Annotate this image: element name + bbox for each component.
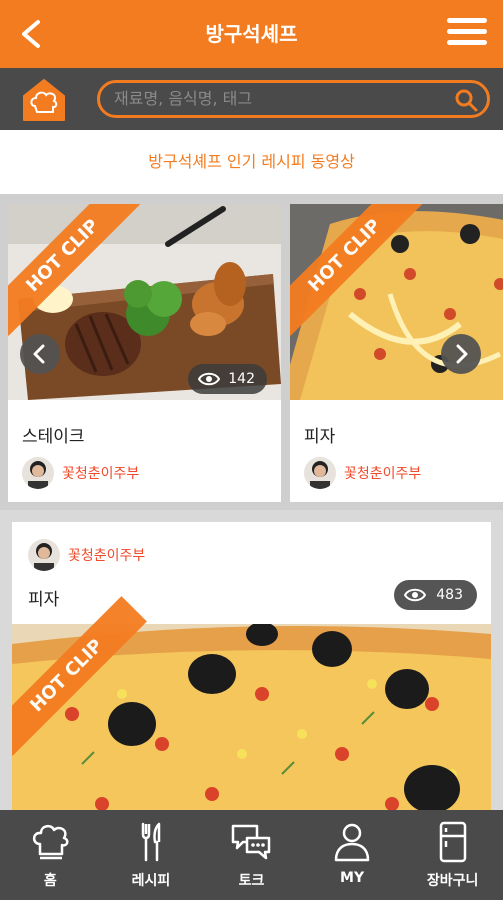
search-icon[interactable]	[453, 87, 479, 113]
nav-talk[interactable]: 토크	[201, 810, 302, 900]
view-count-badge: 142	[188, 364, 267, 394]
view-count: 142	[228, 371, 255, 387]
eye-icon	[198, 372, 221, 386]
app-header: 방구석셰프	[0, 0, 503, 68]
carousel-prev-icon[interactable]	[20, 334, 60, 374]
card-title: 스테이크	[22, 427, 85, 447]
hamburger-menu-icon[interactable]	[447, 18, 487, 50]
author-name: 꽃청춘이주부	[62, 466, 140, 482]
page-title: 방구석셰프	[205, 22, 298, 46]
recipe-video-carousel: HOT CLIP 142 스테이크 꽃청춘이주부 HOT CLIP 피자 꽃청춘…	[0, 194, 503, 510]
section-title: 방구석셰프 인기 레시피 동영상	[0, 130, 503, 194]
card-author[interactable]: 꽃청춘이주부	[22, 456, 139, 490]
nav-my[interactable]: MY	[302, 810, 403, 900]
fridge-icon	[439, 821, 466, 863]
search-bar: 재료명, 음식명, 태그	[0, 68, 503, 130]
post-author[interactable]: 꽃청춘이주부	[28, 538, 145, 572]
card-author[interactable]: 꽃청춘이주부	[304, 456, 421, 490]
nav-label: MY	[340, 870, 365, 886]
author-name: 꽃청춘이주부	[68, 548, 146, 564]
chef-hat-home-icon[interactable]	[20, 76, 68, 124]
author-name: 꽃청춘이주부	[344, 466, 422, 482]
nav-home[interactable]: 홈	[0, 810, 101, 900]
card-title: 피자	[304, 427, 336, 447]
view-count-badge: 483	[394, 580, 477, 610]
eye-icon	[404, 588, 427, 602]
nav-label: 레시피	[131, 873, 171, 889]
chat-bubbles-icon	[232, 824, 271, 860]
person-icon	[334, 823, 370, 862]
feed-post-card[interactable]: 꽃청춘이주부 피자 483 HOT CLIP	[12, 522, 491, 822]
bottom-navigation: 홈 레시피 토크 MY 장바구니	[0, 810, 503, 900]
carousel-next-icon[interactable]	[441, 334, 481, 374]
nav-label: 토크	[238, 873, 265, 889]
nav-cart[interactable]: 장바구니	[402, 810, 503, 900]
avatar	[304, 457, 336, 489]
view-count: 483	[436, 587, 463, 603]
search-input[interactable]: 재료명, 음식명, 태그	[97, 80, 490, 118]
avatar	[22, 457, 54, 489]
post-title: 피자	[28, 590, 60, 610]
nav-label: 장바구니	[426, 873, 479, 889]
nav-label: 홈	[43, 873, 57, 889]
search-placeholder: 재료명, 음식명, 태그	[114, 89, 253, 108]
avatar	[28, 539, 60, 571]
nav-recipe[interactable]: 레시피	[101, 810, 202, 900]
fork-knife-icon	[141, 822, 161, 862]
chef-hat-icon	[33, 824, 69, 860]
